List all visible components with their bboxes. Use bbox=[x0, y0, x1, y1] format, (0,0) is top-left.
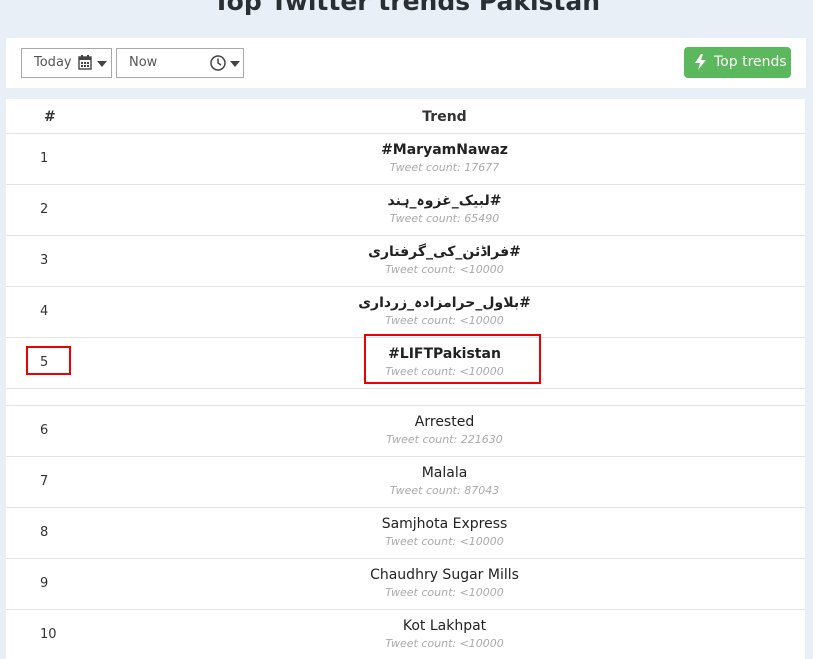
tweet-count: Tweet count: 65490 bbox=[389, 212, 500, 225]
trend-name[interactable]: Kot Lakhpat bbox=[6, 618, 813, 634]
trend-name[interactable]: بلاول_حرامزادہ_زرداری# bbox=[6, 295, 813, 311]
trend-name[interactable]: Malala bbox=[6, 465, 813, 481]
tweet-count: Tweet count: <10000 bbox=[385, 314, 504, 327]
table-row: 7 Malala Tweet count: 87043 bbox=[6, 457, 805, 508]
tweet-count: Tweet count: 221630 bbox=[386, 433, 503, 446]
date-select[interactable]: Today bbox=[21, 48, 112, 78]
tweet-count: Tweet count: <10000 bbox=[385, 263, 504, 276]
calendar-icon bbox=[78, 55, 92, 74]
highlight-box-rank bbox=[26, 346, 71, 375]
chevron-down-icon bbox=[97, 61, 107, 67]
tweet-count: Tweet count: 17677 bbox=[389, 161, 500, 174]
trend-name[interactable]: Chaudhry Sugar Mills bbox=[6, 567, 813, 583]
tweet-count: Tweet count: 87043 bbox=[389, 484, 500, 497]
trend-name[interactable]: Samjhota Express bbox=[6, 516, 813, 532]
trend-name[interactable]: فراڈئن_کی_گرفتاری# bbox=[6, 244, 813, 260]
table-row: 2 لبیک_غزوہ_ہند# Tweet count: 65490 bbox=[6, 185, 805, 236]
table-row: 3 فراڈئن_کی_گرفتاری# Tweet count: <10000 bbox=[6, 236, 805, 287]
top-trends-button[interactable]: Top trends bbox=[684, 47, 791, 78]
table-row: 4 بلاول_حرامزادہ_زرداری# Tweet count: <1… bbox=[6, 287, 805, 338]
table-row: 6 Arrested Tweet count: 221630 bbox=[6, 406, 805, 457]
chevron-down-icon bbox=[230, 61, 240, 67]
table-row: 10 Kot Lakhpat Tweet count: <10000 bbox=[6, 610, 805, 659]
trend-name[interactable]: Arrested bbox=[6, 414, 813, 430]
page-title: Top Twitter trends Pakistan bbox=[212, 0, 601, 16]
table-row: 8 Samjhota Express Tweet count: <10000 bbox=[6, 508, 805, 559]
trend-name[interactable]: #MaryamNawaz bbox=[6, 142, 813, 158]
tweet-count: Tweet count: <10000 bbox=[385, 637, 504, 650]
top-trends-label: Top trends bbox=[714, 54, 787, 70]
row-spacer bbox=[6, 389, 805, 406]
tweet-count: Tweet count: <10000 bbox=[385, 586, 504, 599]
lightning-icon bbox=[695, 54, 706, 74]
table-row: 9 Chaudhry Sugar Mills Tweet count: <100… bbox=[6, 559, 805, 610]
clock-icon bbox=[210, 55, 226, 75]
tweet-count: Tweet count: <10000 bbox=[385, 535, 504, 548]
date-value: Today bbox=[34, 55, 72, 70]
time-value: Now bbox=[129, 55, 158, 70]
trend-name[interactable]: لبیک_غزوہ_ہند# bbox=[6, 193, 813, 209]
filter-bar: Today Now Top trends bbox=[6, 38, 806, 88]
table-header: # Trend bbox=[6, 99, 805, 134]
column-header-trend: Trend bbox=[422, 109, 467, 125]
table-row: 1 #MaryamNawaz Tweet count: 17677 bbox=[6, 134, 805, 185]
time-select[interactable]: Now bbox=[116, 48, 244, 78]
highlight-box-trend bbox=[364, 334, 541, 384]
